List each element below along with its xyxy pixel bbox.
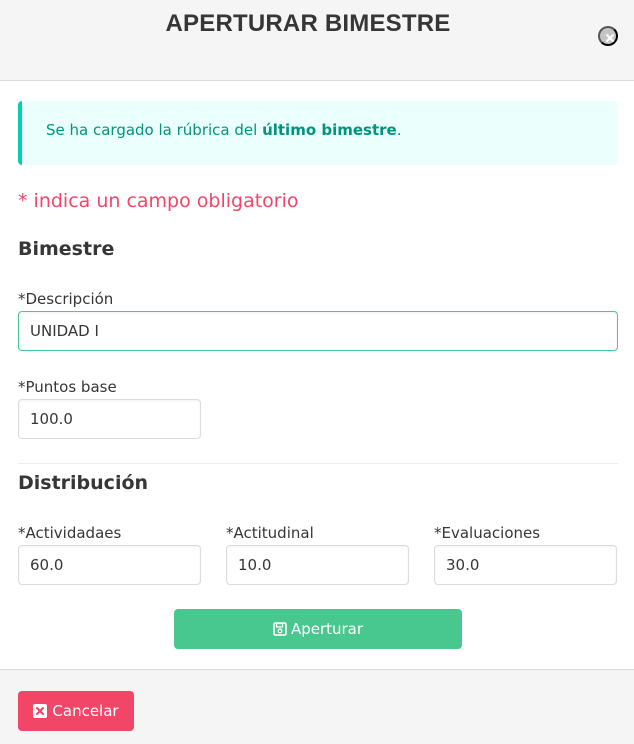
descripcion-label: *Descripción [18,290,114,308]
section-title-bimestre: Bimestre [18,238,115,260]
section-title-distribucion: Distribución [18,472,149,494]
modal-title: APERTURAR BIMESTRE [165,10,451,37]
aperturar-bimestre-modal: APERTURAR BIMESTRE Se ha cargado la rúbr… [0,0,634,744]
required-fields-note: * indica un campo obligatorio [18,190,299,212]
notice-strong-text: último bimestre [262,121,397,139]
cancelar-button-label: Cancelar [52,702,119,720]
close-button[interactable] [598,26,618,46]
actividades-label: *Actividadaes [18,524,122,542]
actitudinal-input[interactable] [226,545,409,585]
modal-footer: Cancelar [0,669,634,744]
section-divider [18,463,618,464]
modal-header: APERTURAR BIMESTRE [0,0,634,81]
cancelar-button[interactable]: Cancelar [18,691,134,731]
actividades-input[interactable] [18,545,201,585]
descripcion-input[interactable] [18,311,618,351]
puntos-base-label: *Puntos base [18,378,117,396]
close-icon [606,34,614,42]
notice-text: Se ha cargado la rúbrica del [46,121,263,139]
notice-text-end: . [396,121,402,139]
info-notification: Se ha cargado la rúbrica del último bime… [18,101,618,165]
evaluaciones-input[interactable] [434,545,617,585]
evaluaciones-label: *Evaluaciones [434,524,541,542]
cancel-x-icon [33,704,48,718]
puntos-base-input[interactable] [18,399,201,439]
actitudinal-label: *Actitudinal [226,524,314,542]
aperturar-button-label: Aperturar [290,620,364,638]
aperturar-button[interactable]: Aperturar [174,609,462,649]
save-icon [273,622,287,636]
